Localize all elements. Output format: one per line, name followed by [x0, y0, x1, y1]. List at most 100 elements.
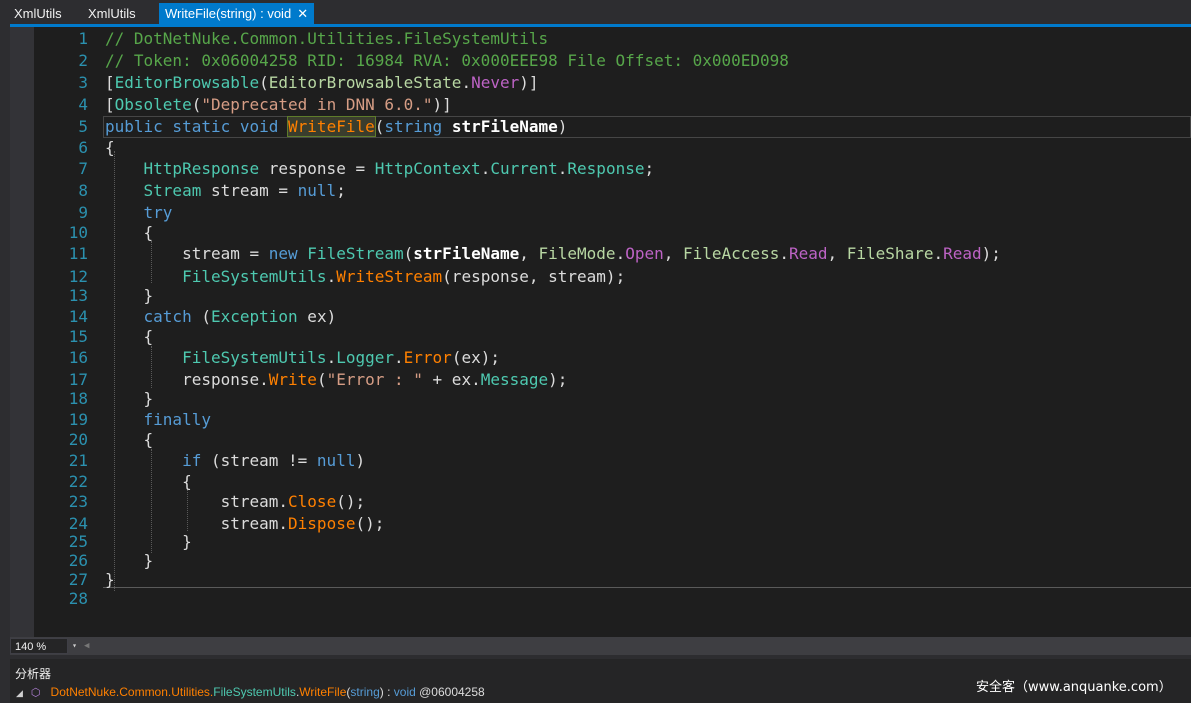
code-token: (response, stream); — [442, 267, 626, 286]
code-text: FileSystemUtils.Logger.Error(ex); — [105, 347, 500, 369]
separator-text: : — [383, 685, 394, 699]
code-token: Open — [625, 244, 664, 263]
analyzer-title: 分析器 — [15, 667, 52, 681]
tab-xmlutils-1[interactable]: XmlUtils — [8, 3, 68, 24]
code-token: Stream — [143, 181, 202, 200]
close-icon[interactable]: ✕ — [297, 6, 308, 21]
line-number: 3 — [78, 73, 88, 92]
code-token: stream = — [105, 244, 269, 263]
code-token: . — [615, 244, 626, 263]
code-line[interactable]: 16 FileSystemUtils.Logger.Error(ex); — [10, 347, 1191, 369]
code-token: try — [143, 203, 173, 222]
code-text: } — [105, 285, 154, 307]
code-line[interactable]: 19 finally — [10, 409, 1191, 431]
code-token: ( — [191, 95, 202, 114]
code-token: } — [105, 570, 115, 589]
code-text: } — [105, 388, 154, 410]
line-number: 11 — [68, 244, 88, 263]
code-text: { — [105, 222, 154, 244]
code-token: stream. — [105, 492, 289, 511]
code-text: [Obsolete("Deprecated in DNN 6.0.")] — [105, 94, 452, 116]
code-line[interactable]: 14 catch (Exception ex) — [10, 306, 1191, 328]
code-token: , — [519, 244, 539, 263]
code-line[interactable]: 28 — [10, 588, 1191, 610]
line-number: 14 — [68, 307, 88, 326]
code-line[interactable]: 8 Stream stream = null; — [10, 180, 1191, 202]
code-token: HttpContext — [374, 159, 481, 178]
code-token: ( — [316, 370, 327, 389]
return-type-text: void — [393, 685, 416, 699]
code-token: Obsolete — [114, 95, 192, 114]
code-line[interactable]: 9 try — [10, 202, 1191, 224]
code-text: stream = new FileStream(strFileName, Fil… — [105, 243, 1001, 265]
tab-writefile[interactable]: WriteFile(string) : void ✕ — [159, 3, 315, 24]
code-token: FileSystemUtils — [182, 348, 327, 367]
code-token: Logger — [336, 348, 394, 367]
code-token: ; — [644, 159, 655, 178]
code-token: (ex); — [451, 348, 500, 367]
code-text: if (stream != null) — [105, 450, 365, 472]
code-line[interactable]: 20 { — [10, 429, 1191, 451]
code-token: response = — [259, 159, 375, 178]
code-token: ( — [403, 244, 414, 263]
line-number: 2 — [78, 51, 88, 70]
code-token: (stream != — [201, 451, 317, 470]
class-text: FileSystemUtils — [213, 685, 296, 699]
code-line[interactable]: 22 { — [10, 471, 1191, 493]
code-token: HttpResponse — [143, 159, 260, 178]
code-line[interactable]: 7 HttpResponse response = HttpContext.Cu… — [10, 158, 1191, 180]
code-line[interactable]: 4 [Obsolete("Deprecated in DNN 6.0.")] — [10, 94, 1191, 116]
watermark: 安全客（www.anquanke.com） — [976, 680, 1172, 695]
code-line[interactable]: 23 stream.Close(); — [10, 491, 1191, 513]
tab-xmlutils-2[interactable]: XmlUtils — [82, 3, 142, 24]
code-token: } — [105, 389, 154, 408]
code-token: ( — [191, 307, 211, 326]
code-token: { — [105, 430, 154, 449]
expand-triangle-icon[interactable]: ◢ — [16, 688, 23, 698]
code-token: ex) — [297, 307, 337, 326]
code-text: HttpResponse response = HttpContext.Curr… — [105, 158, 655, 180]
line-number: 22 — [68, 472, 88, 491]
code-line[interactable]: 10 { — [10, 222, 1191, 244]
analyzer-tree-item[interactable]: ◢ ⬡ DotNetNuke.Common.Utilities.FileSystem… — [16, 685, 485, 701]
code-line[interactable]: 15 { — [10, 326, 1191, 348]
code-text: Stream stream = null; — [105, 180, 346, 202]
code-token: Read — [788, 244, 828, 263]
editor-bottom-strip: 140 % ▾ ◀ — [10, 637, 1191, 655]
chevron-down-icon[interactable]: ▾ — [69, 638, 80, 654]
line-number: 10 — [68, 223, 88, 242]
code-token: response. — [105, 370, 269, 389]
code-text: [EditorBrowsable(EditorBrowsableState.Ne… — [105, 72, 539, 94]
code-line[interactable]: 2 // Token: 0x06004258 RID: 16984 RVA: 0x… — [10, 50, 1191, 72]
zoom-level-select[interactable]: 140 % — [10, 638, 68, 654]
code-text: // Token: 0x06004258 RID: 16984 RVA: 0x0… — [105, 50, 789, 72]
code-token: strFileName — [413, 244, 520, 263]
scroll-left-icon[interactable]: ◀ — [84, 639, 89, 653]
code-line[interactable]: 6{ — [10, 137, 1191, 159]
code-token: . — [394, 348, 404, 367]
code-token: "Error : " — [326, 370, 423, 389]
method-icon: ⬡ — [30, 687, 41, 699]
code-line[interactable]: 18 } — [10, 388, 1191, 410]
code-token: Write — [268, 370, 317, 389]
code-token: ( — [259, 73, 269, 92]
code-text: public static void WriteFile(string strF… — [105, 116, 567, 138]
code-line[interactable]: 3 [EditorBrowsable(EditorBrowsableState.N… — [10, 72, 1191, 94]
code-editor[interactable]: 1 // DotNetNuke.Common.Utilities.FileSyst… — [10, 27, 1191, 637]
code-line[interactable]: 13 } — [10, 285, 1191, 307]
line-number: 5 — [78, 117, 88, 136]
code-line[interactable]: 21 if (stream != null) — [10, 450, 1191, 472]
tab-label: WriteFile(string) : void — [165, 6, 292, 21]
code-token: strFileName — [451, 117, 558, 136]
code-token: catch — [143, 307, 192, 326]
code-line[interactable]: 11 stream = new FileStream(strFileName, … — [10, 243, 1191, 265]
code-token: . — [326, 348, 337, 367]
code-line[interactable]: 5 public static void WriteFile(string str… — [10, 116, 1191, 138]
code-token: WriteFile — [287, 116, 376, 137]
code-line[interactable]: 1 // DotNetNuke.Common.Utilities.FileSyst… — [10, 28, 1191, 50]
line-number: 19 — [68, 410, 88, 429]
